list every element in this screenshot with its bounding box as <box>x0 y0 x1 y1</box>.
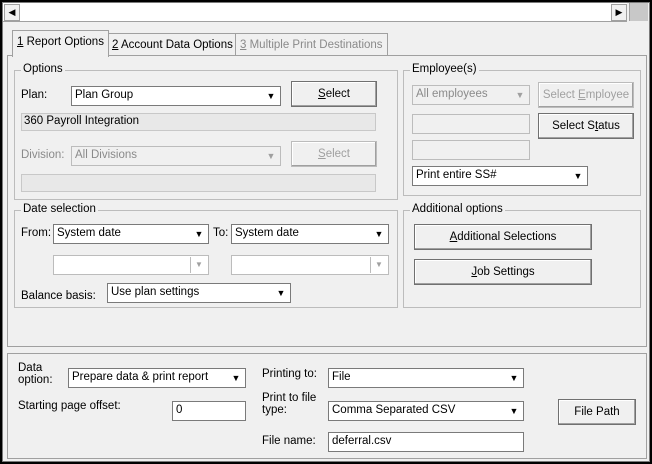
scroll-left-icon[interactable]: ◀ <box>4 4 20 21</box>
chevron-down-icon: ▼ <box>266 91 276 101</box>
chevron-down-icon: ▼ <box>276 288 286 298</box>
division-dropdown[interactable]: All Divisions ▼ <box>71 146 281 166</box>
tab-label: Report Options <box>23 36 104 48</box>
balance-basis-dropdown[interactable]: Use plan settings ▼ <box>107 283 291 303</box>
button-label: dditional Selections <box>457 231 557 243</box>
plan-description-field: 360 Payroll Integration <box>21 113 376 131</box>
button-label: File Path <box>574 406 620 418</box>
chevron-down-icon: ▼ <box>231 373 241 383</box>
printing-to-label: Printing to: <box>262 368 317 380</box>
button-label: mployee <box>585 89 630 101</box>
report-options-window: ◀ ▶ 1 Report Options 2 Account Data Opti… <box>2 2 650 462</box>
file-path-button[interactable]: File Path <box>558 399 636 425</box>
date-selection-legend: Date selection <box>21 203 98 215</box>
file-name-label: File name: <box>262 435 316 447</box>
from-date-picker[interactable]: ▼ <box>53 255 209 275</box>
print-to-file-type-label: Print to file <box>262 392 317 404</box>
chevron-down-icon: ▼ <box>515 90 525 100</box>
data-option-dropdown[interactable]: Prepare data & print report ▼ <box>68 368 246 388</box>
hotkey-letter: S <box>318 148 326 160</box>
output-settings-panel: Data option: Prepare data & print report… <box>7 353 647 459</box>
to-label: To: <box>213 227 229 239</box>
division-label: Division: <box>21 149 65 161</box>
file-type-dropdown[interactable]: Comma Separated CSV ▼ <box>328 401 524 421</box>
tab-multiple-print-destinations[interactable]: 3 Multiple Print Destinations <box>235 33 388 56</box>
scroll-right-glyph: ▶ <box>615 7 623 17</box>
additional-options-legend: Additional options <box>410 203 505 215</box>
button-label: Select S <box>552 120 595 132</box>
report-options-panel: Options Plan: Plan Group ▼ Select 360 Pa… <box>7 55 647 347</box>
calendar-dropdown-icon: ▼ <box>190 257 207 273</box>
chevron-down-icon: ▼ <box>266 151 276 161</box>
chevron-down-icon: ▼ <box>573 171 583 181</box>
hotkey-letter: E <box>578 89 586 101</box>
to-date-dropdown[interactable]: System date ▼ <box>231 224 389 244</box>
balance-basis-value: Use plan settings <box>111 286 200 298</box>
data-option-value: Prepare data & print report <box>72 371 209 383</box>
button-label: atus <box>598 120 620 132</box>
data-option-label: option: <box>18 374 53 386</box>
starting-page-offset-label: Starting page offset: <box>18 400 121 412</box>
from-date-dropdown[interactable]: System date ▼ <box>53 224 209 244</box>
window-corner <box>629 3 648 21</box>
chevron-down-icon: ▼ <box>194 229 204 239</box>
employee-from-field[interactable] <box>412 114 530 134</box>
options-legend: Options <box>21 63 65 75</box>
ssn-dropdown[interactable]: Print entire SS# ▼ <box>412 166 588 186</box>
additional-options-group: Additional options Additional Selections… <box>403 203 641 308</box>
chevron-down-icon: ▼ <box>374 229 384 239</box>
plan-dropdown[interactable]: Plan Group ▼ <box>71 86 281 106</box>
to-date-picker[interactable]: ▼ <box>231 255 389 275</box>
from-date-value: System date <box>57 227 121 239</box>
calendar-dropdown-icon: ▼ <box>370 257 387 273</box>
print-to-file-type-label: type: <box>262 404 287 416</box>
hotkey-letter: S <box>318 88 326 100</box>
file-type-value: Comma Separated CSV <box>332 404 456 416</box>
scroll-left-glyph: ◀ <box>8 7 16 17</box>
chevron-down-icon: ▼ <box>509 406 519 416</box>
starting-page-offset-input[interactable]: 0 <box>172 401 246 421</box>
select-status-button[interactable]: Select Status <box>538 113 634 139</box>
date-selection-group: Date selection From: System date ▼ To: S… <box>14 203 398 308</box>
division-description-field <box>21 174 376 192</box>
printing-to-dropdown[interactable]: File ▼ <box>328 368 524 388</box>
select-employee-button[interactable]: Select Employee <box>538 82 634 108</box>
from-label: From: <box>21 227 52 239</box>
chevron-down-icon: ▼ <box>509 373 519 383</box>
horizontal-scrollbar[interactable]: ◀ ▶ <box>3 3 627 22</box>
plan-value: Plan Group <box>75 89 134 101</box>
button-label: elect <box>325 148 350 160</box>
plan-description: 360 Payroll Integration <box>24 115 140 127</box>
tab-label: Multiple Print Destinations <box>246 39 383 51</box>
file-name-input[interactable]: deferral.csv <box>328 432 524 452</box>
employees-group: Employee(s) All employees ▼ Select Emplo… <box>403 63 641 196</box>
data-option-label: Data <box>18 362 43 374</box>
balance-basis-label: Balance basis: <box>21 290 96 302</box>
division-value: All Divisions <box>75 149 137 161</box>
to-date-value: System date <box>235 227 299 239</box>
employee-to-field[interactable] <box>412 140 530 160</box>
file-name-value: deferral.csv <box>332 435 392 447</box>
ssn-value: Print entire SS# <box>416 169 497 181</box>
button-label: elect <box>325 88 350 100</box>
printing-to-value: File <box>332 371 351 383</box>
button-label: ob Settings <box>477 266 535 278</box>
additional-selections-button[interactable]: Additional Selections <box>414 224 592 250</box>
employees-value: All employees <box>416 88 488 100</box>
plan-label: Plan: <box>21 89 48 101</box>
plan-select-button[interactable]: Select <box>291 81 377 107</box>
scroll-right-icon[interactable]: ▶ <box>611 4 627 21</box>
job-settings-button[interactable]: Job Settings <box>414 259 592 285</box>
options-group: Options Plan: Plan Group ▼ Select 360 Pa… <box>14 63 398 200</box>
tab-report-options[interactable]: 1 Report Options <box>12 30 109 57</box>
button-label: Select <box>542 89 579 101</box>
tab-label: Account Data Options <box>118 39 233 51</box>
tab-account-data-options[interactable]: 2 Account Data Options <box>107 33 238 56</box>
starting-page-offset-value: 0 <box>176 404 183 416</box>
employees-dropdown[interactable]: All employees ▼ <box>412 85 530 105</box>
division-select-button[interactable]: Select <box>291 141 377 167</box>
employees-legend: Employee(s) <box>410 63 479 75</box>
